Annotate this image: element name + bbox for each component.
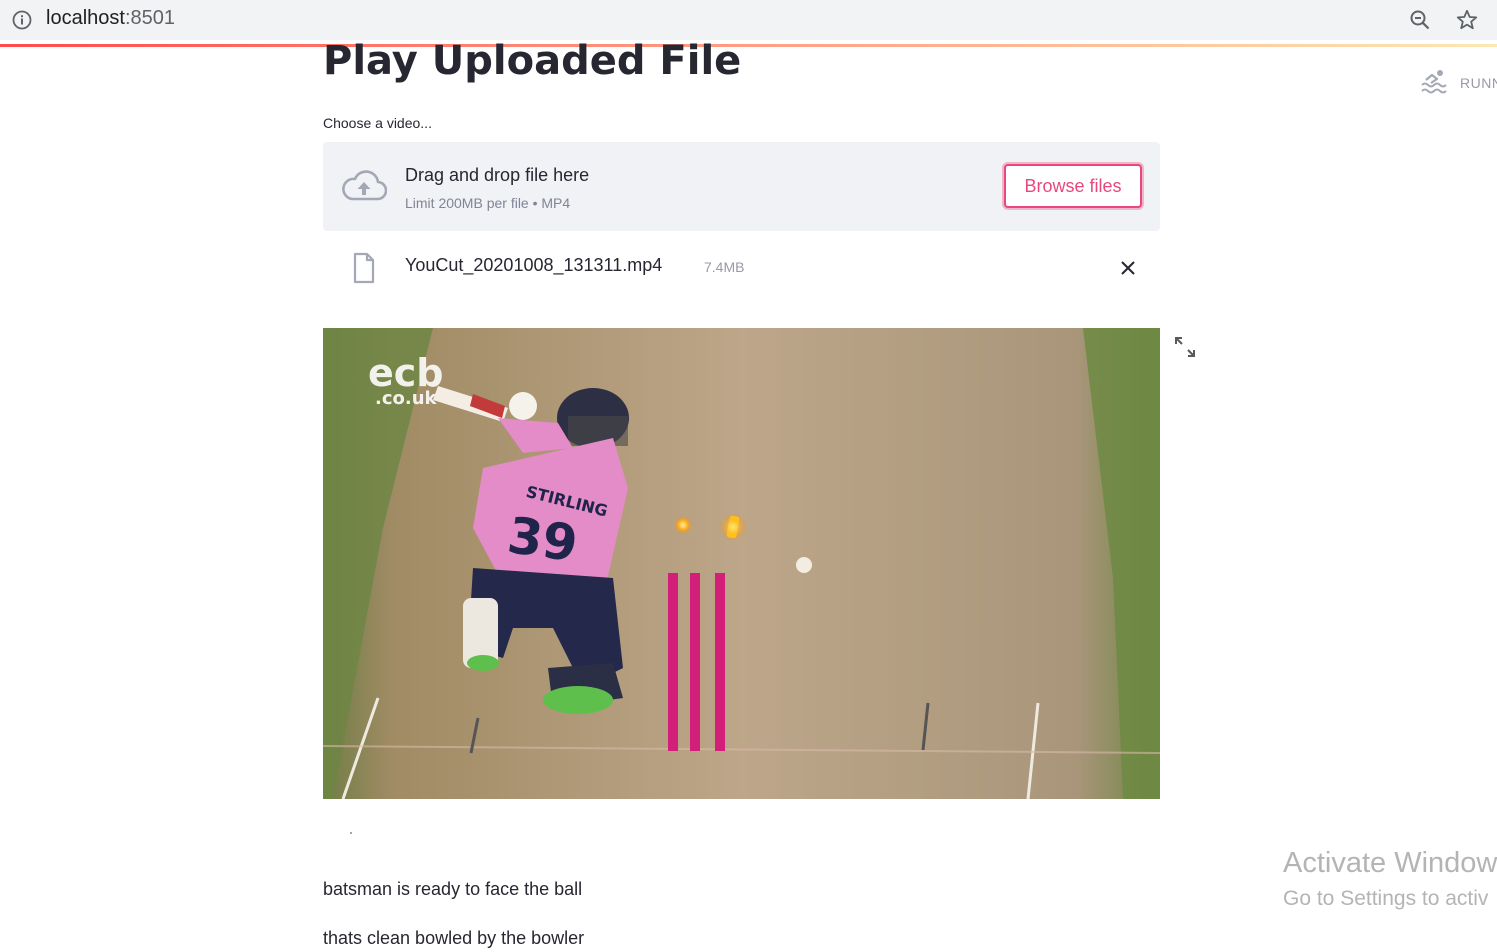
file-dropzone[interactable]: Drag and drop file here Limit 200MB per … xyxy=(323,142,1160,231)
swimmer-running-icon xyxy=(1421,70,1447,94)
page-title: Play Uploaded File xyxy=(323,38,742,84)
caption-text: batsman is ready to face the ball xyxy=(323,879,583,899)
browser-toolbar: localhost:8501 xyxy=(0,0,1497,40)
caption-text: thats clean bowled by the bowler xyxy=(323,928,585,948)
fullscreen-expand-icon[interactable] xyxy=(1174,336,1196,358)
uploaded-file-size: 7.4MB xyxy=(704,259,745,275)
activation-watermark-subtitle: Go to Settings to activ xyxy=(1283,887,1489,910)
video-frame-image: ecb .co.uk STIRLING 39 xyxy=(323,328,1160,799)
bookmark-star-icon[interactable] xyxy=(1455,8,1479,32)
info-icon[interactable] xyxy=(11,9,33,31)
address-bar-url[interactable]: localhost:8501 xyxy=(46,7,175,30)
upload-limit-text: Limit 200MB per file • MP4 xyxy=(405,195,571,211)
cloud-upload-icon xyxy=(342,170,387,201)
running-status: RUNN xyxy=(1460,75,1497,91)
header-decoration-line xyxy=(0,44,1497,47)
video-player[interactable]: ecb .co.uk STIRLING 39 xyxy=(323,328,1160,799)
activation-watermark-title: Activate Window xyxy=(1283,847,1497,879)
uploaded-file-name: YouCut_20201008_131311.mp4 xyxy=(405,255,663,275)
zoom-icon[interactable] xyxy=(1408,8,1432,32)
url-host: localhost xyxy=(46,7,125,29)
remove-file-close-icon[interactable] xyxy=(1118,258,1138,278)
url-port: :8501 xyxy=(124,7,175,29)
broadcaster-logo-domain: .co.uk xyxy=(375,388,438,409)
file-uploader-label: Choose a video... xyxy=(323,115,432,131)
jersey-number: 39 xyxy=(504,506,581,573)
file-icon xyxy=(353,252,375,284)
uploaded-file-row: YouCut_20201008_131311.mp4 7.4MB xyxy=(323,246,1160,290)
small-dot xyxy=(350,832,352,834)
browse-files-button[interactable]: Browse files xyxy=(1004,164,1142,208)
drop-instructions: Drag and drop file here xyxy=(405,165,590,185)
